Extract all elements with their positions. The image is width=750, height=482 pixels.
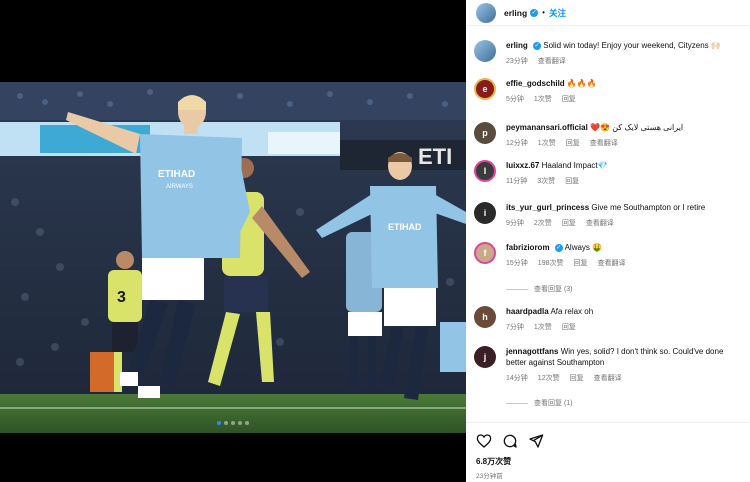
replies-line [506,288,528,290]
see-translation-button[interactable]: 查看翻译 [594,373,622,383]
reply-button[interactable]: 回复 [565,176,579,186]
reply-button[interactable]: 回复 [570,373,584,383]
comment-username[interactable]: haardpadla [506,307,549,316]
comment-text: 🔥🔥🔥 [566,79,597,88]
commenter-avatar[interactable]: e [474,78,496,100]
separator-dot: • [542,8,545,17]
carousel-dot[interactable] [231,421,235,425]
commenter-avatar[interactable]: i [474,202,496,224]
comment-text: Always 🤑 [564,243,603,252]
view-replies-button[interactable]: 查看回复 (1) [506,398,573,408]
view-replies-label[interactable]: 查看回复 (1) [534,398,573,408]
commenter-avatar[interactable]: h [474,306,496,328]
comment-item: j jennagottfans Win yes, solid? I don't … [474,346,744,383]
caption-avatar[interactable] [474,40,496,62]
carousel-dot[interactable] [224,421,228,425]
comment-item: p peymanansari.official ❤️😍 ایرانی هستی … [474,122,744,148]
comment-time: 14分钟 [506,375,528,382]
reply-button[interactable]: 回复 [573,258,587,268]
svg-text:ETIHAD: ETIHAD [388,222,422,232]
see-translation-button[interactable]: 查看翻译 [538,56,566,66]
shirt-number: 3 [117,289,126,306]
comment-username[interactable]: fabriziorom [506,243,550,252]
author-avatar[interactable] [476,2,496,23]
comment-time: 11分钟 [506,178,528,185]
comment-time: 7分钟 [506,324,524,331]
see-translation-button[interactable]: 查看翻译 [586,218,614,228]
like-count[interactable]: 6.8万次赞 [476,456,750,467]
shirt-sponsor-sub: AIRWAYS [166,184,193,190]
comment-likes[interactable]: 1次赞 [534,322,552,332]
view-replies-label[interactable]: 查看回复 (3) [534,284,573,294]
commenter-avatar[interactable]: l [474,160,496,182]
carousel-indicator [0,421,466,425]
stadium-board-text: ETI [418,144,452,169]
comment-username[interactable]: effie_godschild [506,79,565,88]
comment-text: ❤️😍 ایرانی هستی لایک کن [590,123,684,132]
view-replies-button[interactable]: 查看回复 (3) [506,284,573,294]
reply-button[interactable]: 回复 [562,94,576,104]
comment-time: 12分钟 [506,140,528,147]
comment-username[interactable]: its_yur_gurl_princess [506,203,589,212]
shirt-sponsor: ETIHAD [158,169,195,180]
comment-likes[interactable]: 1次赞 [538,138,556,148]
carousel-dot[interactable] [238,421,242,425]
commenter-avatar[interactable]: f [474,242,496,264]
comment-item: h haardpadla Afa relax oh 7分钟 1次赞 回复 [474,306,744,332]
comment-likes[interactable]: 1次赞 [534,94,552,104]
see-translation-button[interactable]: 查看翻译 [597,258,625,268]
comments-list[interactable]: erling ✓ Solid win today! Enjoy your wee… [466,34,750,422]
reply-button[interactable]: 回复 [562,322,576,332]
post-photo[interactable]: ETI 3 ETIHAD AIRWAYS ETIHAD [0,82,466,433]
comment-time: 9分钟 [506,220,524,227]
post-timestamp: 23分钟前 [476,473,503,480]
comment-username[interactable]: peymanansari.official [506,123,588,132]
post-actions-bar: 6.8万次赞 23分钟前 [466,422,750,482]
replies-line [506,402,528,404]
share-send-icon[interactable] [528,433,544,449]
see-translation-button[interactable]: 查看翻译 [590,138,618,148]
comment-username[interactable]: jennagottfans [506,347,558,356]
caption-time: 23分钟 [506,58,528,65]
follow-button[interactable]: 关注 [549,7,566,19]
like-heart-icon[interactable] [476,433,492,449]
caption-text: Solid win today! Enjoy your weekend, Cit… [543,41,721,50]
commenter-avatar[interactable]: p [474,122,496,144]
comment-item: e effie_godschild 🔥🔥🔥 5分钟 1次赞 回复 [474,78,744,104]
comment-text: Haaland Impact💎 [541,161,608,170]
carousel-dot[interactable] [217,421,221,425]
verified-badge-icon: ✓ [530,8,539,17]
comment-text: Give me Southampton or I retire [591,203,706,212]
comment-likes[interactable]: 198次赞 [538,258,564,268]
reply-button[interactable]: 回复 [566,138,580,148]
match-photo: ETI 3 ETIHAD AIRWAYS ETIHAD [0,82,466,433]
comment-likes[interactable]: 12次赞 [538,373,560,383]
post-header: erling ✓ • 关注 [466,0,750,26]
comment-item: i its_yur_gurl_princess Give me Southamp… [474,202,744,228]
comment-bubble-icon[interactable] [502,433,518,449]
carousel-dot[interactable] [245,421,249,425]
comment-item: f fabriziorom ✓ Always 🤑 15分钟 198次赞 回复 查… [474,242,744,268]
comment-time: 5分钟 [506,96,524,103]
caption-username[interactable]: erling [506,41,528,50]
comment-time: 15分钟 [506,260,528,267]
caption: erling ✓ Solid win today! Enjoy your wee… [474,40,744,66]
verified-badge-icon: ✓ [533,41,542,50]
verified-badge-icon: ✓ [554,243,563,252]
comment-item: l luixxz.67 Haaland Impact💎 11分钟 3次赞 回复 [474,160,744,186]
comment-username[interactable]: luixxz.67 [506,161,539,170]
comment-text: Afa relax oh [550,307,594,316]
reply-button[interactable]: 回复 [562,218,576,228]
author-username[interactable]: erling [504,8,527,18]
comment-likes[interactable]: 3次赞 [537,176,555,186]
media-panel: ETI 3 ETIHAD AIRWAYS ETIHAD [0,0,466,482]
post-details-panel: erling ✓ • 关注 erling ✓ Solid win today! … [466,0,750,482]
commenter-avatar[interactable]: j [474,346,496,368]
comment-likes[interactable]: 2次赞 [534,218,552,228]
